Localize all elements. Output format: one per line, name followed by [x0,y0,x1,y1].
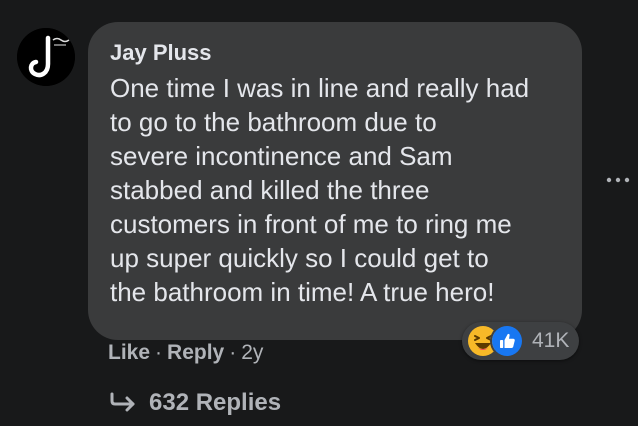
like-icon [490,324,524,358]
reaction-count: 41K [532,329,570,352]
reply-arrow-icon [110,392,135,412]
comment-author[interactable]: Jay Pluss [110,39,560,67]
view-replies-button[interactable]: 632 Replies [109,389,281,417]
like-button[interactable]: Like [108,341,150,365]
reactions-summary[interactable]: 41K [462,322,580,360]
comment-text: One time I was in line and really had to… [110,73,530,307]
comment-actions: Like · Reply · 2y [108,341,263,365]
reply-button[interactable]: Reply [167,341,224,365]
comment-bubble: Jay Pluss One time I was in line and rea… [88,22,582,340]
avatar-logo-icon [17,28,75,86]
comment-timestamp[interactable]: 2y [241,341,263,365]
more-options-icon [606,177,630,183]
separator: · [155,341,163,364]
comment-thread: Jay Pluss One time I was in line and rea… [0,0,638,426]
replies-count-label: 632 Replies [149,389,282,416]
more-options-button[interactable] [602,166,634,194]
separator: · [229,341,237,364]
reaction-icons [466,324,524,358]
avatar[interactable] [17,28,75,86]
